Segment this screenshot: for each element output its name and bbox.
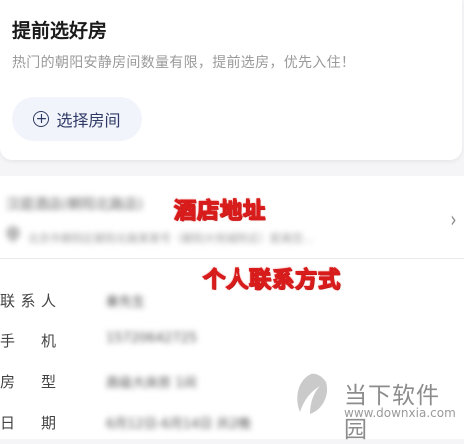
info-row-contact: 联系人 秦先生 [0,290,464,314]
downxia-logo-icon [297,373,328,414]
location-pin-icon [3,223,23,243]
plus-circle-icon: + [33,111,50,127]
room-type-label: 房型 [0,373,56,391]
hotel-address[interactable]: 北京市朝阳区朝阳北路某某号（朝阳大悦城附近）距离您... [28,230,314,246]
room-type-value: 高级大床房 1间 [106,376,197,391]
annotation-hotel-address: 酒店地址 [173,198,267,224]
select-room-button[interactable]: + 选择房间 [12,97,142,141]
chevron-right-icon[interactable]: › [451,208,457,233]
card-title: 提前选好房 [12,20,108,42]
contact-label: 联系人 [0,292,56,310]
hotel-name[interactable]: 汉庭酒店(朝阳北路店) [6,194,143,214]
contact-value: 秦先生 [106,295,146,310]
divider [0,258,464,259]
card-description: 热门的朝阳安静房间数量有限，提前选房，优先入住！ [12,55,356,71]
phone-label: 手机 [0,332,56,350]
info-row-phone: 手机 15720642725 [0,330,464,354]
date-value: 6月12日-6月14日 共2晚 [106,417,251,432]
date-label: 日期 [0,414,56,432]
phone-value: 15720642725 [106,331,197,346]
select-room-card: 提前选好房 热门的朝阳安静房间数量有限，提前选房，优先入住！ + 选择房间 [0,0,462,160]
watermark-url: www.downxia.com [344,406,456,420]
select-room-label: 选择房间 [56,111,121,130]
watermark: 当下软件园 www.downxia.com [282,370,460,443]
